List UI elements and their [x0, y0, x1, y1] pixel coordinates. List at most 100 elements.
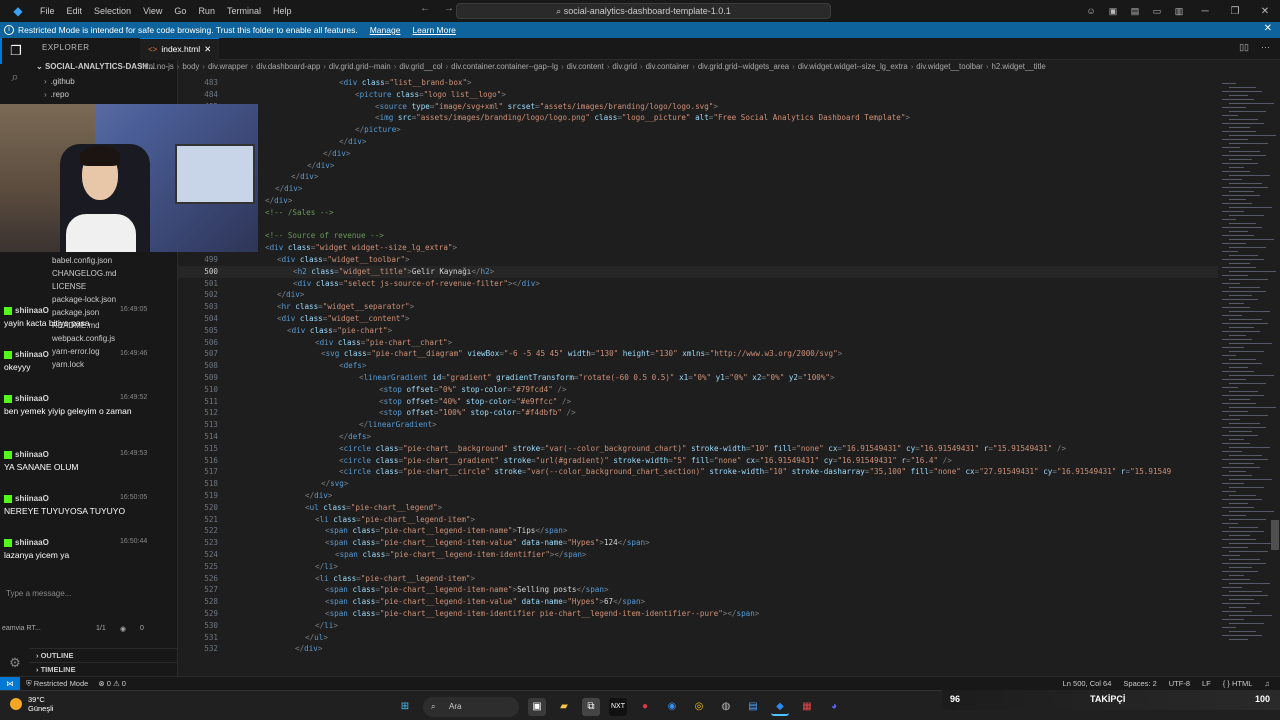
breadcrumb-item[interactable]: div.grid: [612, 62, 637, 71]
app-icon[interactable]: ⧉: [582, 698, 600, 716]
next-app-icon[interactable]: NXT: [609, 698, 627, 716]
code-line[interactable]: 493</div>: [178, 195, 1218, 207]
menu-help[interactable]: Help: [267, 0, 298, 22]
code-line[interactable]: 494<!-- /Sales -->: [178, 207, 1218, 219]
breadcrumb-item[interactable]: h2.widget__title: [992, 62, 1046, 71]
code-line[interactable]: 490</div>: [178, 160, 1218, 172]
code-line[interactable]: 502 </div>: [178, 289, 1218, 301]
code-line[interactable]: 523 <span class="pie-chart__legend-item-v…: [178, 537, 1218, 549]
code-line[interactable]: 507 <svg class="pie-chart__diagram" viewB…: [178, 348, 1218, 360]
code-line[interactable]: 517 <circle class="pie-chart__circle" str…: [178, 466, 1218, 478]
windows-start-icon[interactable]: ⊞: [396, 698, 414, 716]
close-tab-icon[interactable]: ✕: [204, 39, 211, 60]
restore-button[interactable]: ❐: [1220, 6, 1250, 17]
breadcrumb-item[interactable]: div.wrapper: [208, 62, 248, 71]
code-line[interactable]: 532 </div>: [178, 643, 1218, 655]
vertical-scrollbar[interactable]: [1271, 520, 1279, 550]
vscode-taskbar-icon[interactable]: ◆: [771, 698, 789, 716]
code-line[interactable]: 513 </linearGradient>: [178, 419, 1218, 431]
eol-status[interactable]: LF: [1202, 677, 1211, 690]
back-arrow-icon[interactable]: ←: [420, 3, 430, 14]
app-icon-red[interactable]: ▦: [798, 698, 816, 716]
search-view-icon[interactable]: ⌕: [0, 64, 30, 90]
notepad-icon[interactable]: ▤: [744, 698, 762, 716]
minimap[interactable]: [1218, 73, 1280, 676]
code-line[interactable]: 485<source type="image/svg+xml" srcset="…: [178, 101, 1218, 113]
file-license[interactable]: LICENSE: [30, 280, 178, 293]
code-line[interactable]: 516 <circle class="pie-chart__gradient" s…: [178, 455, 1218, 467]
code-line[interactable]: 501 <div class="select js-source-of-reven…: [178, 278, 1218, 290]
tab-index-html[interactable]: <> index.html ✕: [140, 38, 220, 60]
code-line[interactable]: 506 <div class="pie-chart__chart">: [178, 337, 1218, 349]
code-line[interactable]: 483 <div class="list__brand-box">: [178, 77, 1218, 89]
breadcrumb-item[interactable]: div.grid.grid--widgets_area: [698, 62, 789, 71]
problems-status[interactable]: ⊗ 0 ⚠ 0: [98, 677, 126, 690]
breadcrumb-item[interactable]: html.no-js: [140, 62, 174, 71]
code-line[interactable]: 518 </svg>: [178, 478, 1218, 490]
remote-indicator-icon[interactable]: ⋈: [0, 677, 20, 690]
folder-repo[interactable]: › .repo: [30, 88, 177, 101]
panel-toggle-icon[interactable]: ▭: [1150, 5, 1164, 17]
manage-link[interactable]: Manage: [370, 25, 401, 35]
breadcrumb-item[interactable]: div.widget__toolbar: [916, 62, 983, 71]
task-view-icon[interactable]: ▣: [528, 698, 546, 716]
code-line[interactable]: 531 </ul>: [178, 632, 1218, 644]
code-line[interactable]: 525 </li>: [178, 561, 1218, 573]
code-line[interactable]: 505 <div class="pie-chart">: [178, 325, 1218, 337]
code-line[interactable]: 530 </li>: [178, 620, 1218, 632]
code-line[interactable]: 528 <span class="pie-chart__legend-item-v…: [178, 596, 1218, 608]
sidebar-toggle-icon[interactable]: ▤: [1128, 5, 1142, 17]
code-line[interactable]: 519 </div>: [178, 490, 1218, 502]
settings-gear-icon[interactable]: ⚙: [0, 650, 30, 676]
code-line[interactable]: 508 <defs>: [178, 360, 1218, 372]
code-line[interactable]: 499 <div class="widget__toolbar">: [178, 254, 1218, 266]
discord-icon[interactable]: ◕: [825, 698, 843, 716]
menu-file[interactable]: File: [34, 0, 61, 22]
more-actions-icon[interactable]: ···: [1261, 42, 1270, 53]
code-line[interactable]: 511 <stop offset="40%" stop-color="#e9ffc…: [178, 396, 1218, 408]
notifications-bell-icon[interactable]: ♫: [1264, 677, 1270, 690]
indentation-status[interactable]: Spaces: 2: [1123, 677, 1156, 690]
breadcrumb-item[interactable]: div.grid.grid--main: [329, 62, 391, 71]
code-line[interactable]: 487</picture>: [178, 124, 1218, 136]
opera-icon[interactable]: ●: [636, 698, 654, 716]
code-line[interactable]: 524 <span class="pie-chart__legend-item-i…: [178, 549, 1218, 561]
code-line[interactable]: 503 <hr class="widget__separator">: [178, 301, 1218, 313]
breadcrumb-item[interactable]: div.content: [567, 62, 604, 71]
code-line[interactable]: 496<!-- Source of revenue -->: [178, 230, 1218, 242]
file-webpack-config[interactable]: webpack.config.js: [30, 332, 178, 345]
app-icon-blue[interactable]: ◉: [663, 698, 681, 716]
file-babel-config[interactable]: babel.config.json: [30, 254, 178, 267]
code-line[interactable]: 527 <span class="pie-chart__legend-item-n…: [178, 584, 1218, 596]
chat-input[interactable]: Type a message...: [6, 589, 71, 598]
code-line[interactable]: 504 <div class="widget__content">: [178, 313, 1218, 325]
menu-selection[interactable]: Selection: [88, 0, 137, 22]
code-line[interactable]: 509 <linearGradient id="gradient" gradien…: [178, 372, 1218, 384]
layout-toggle-icon[interactable]: ▣: [1106, 5, 1120, 17]
timeline-section[interactable]: › TIMELINE: [30, 662, 178, 676]
breadcrumb-item[interactable]: div.widget.widget--size_lg_extra: [798, 62, 908, 71]
menu-terminal[interactable]: Terminal: [221, 0, 267, 22]
menu-view[interactable]: View: [137, 0, 168, 22]
command-center[interactable]: ⌕ social-analytics-dashboard-template-1.…: [456, 3, 831, 19]
code-line[interactable]: 522 <span class="pie-chart__legend-item-n…: [178, 525, 1218, 537]
outline-section[interactable]: › OUTLINE: [30, 648, 178, 662]
code-line[interactable]: 529 <span class="pie-chart__legend-item-i…: [178, 608, 1218, 620]
code-line[interactable]: 491</div>: [178, 171, 1218, 183]
code-line[interactable]: 520 <ul class="pie-chart__legend">: [178, 502, 1218, 514]
code-line[interactable]: 489</div>: [178, 148, 1218, 160]
file-package-lock[interactable]: package-lock.json: [30, 293, 178, 306]
menu-edit[interactable]: Edit: [61, 0, 89, 22]
copilot-icon[interactable]: ☺: [1084, 5, 1098, 17]
minimize-button[interactable]: ─: [1190, 6, 1220, 17]
code-line[interactable]: 514 </defs>: [178, 431, 1218, 443]
code-line[interactable]: 497<div class="widget widget--size_lg_ex…: [178, 242, 1218, 254]
menu-go[interactable]: Go: [168, 0, 192, 22]
obs-icon[interactable]: ◍: [717, 698, 735, 716]
code-line[interactable]: 510 <stop offset="0%" stop-color="#79fcd4…: [178, 384, 1218, 396]
code-line[interactable]: 526 <li class="pie-chart__legend-item">: [178, 573, 1218, 585]
forward-arrow-icon[interactable]: →: [444, 3, 454, 14]
weather-widget[interactable]: 39°C Güneşli: [10, 695, 53, 713]
close-window-button[interactable]: ✕: [1250, 6, 1280, 17]
split-editor-icon[interactable]: ▯▯: [1239, 42, 1249, 53]
